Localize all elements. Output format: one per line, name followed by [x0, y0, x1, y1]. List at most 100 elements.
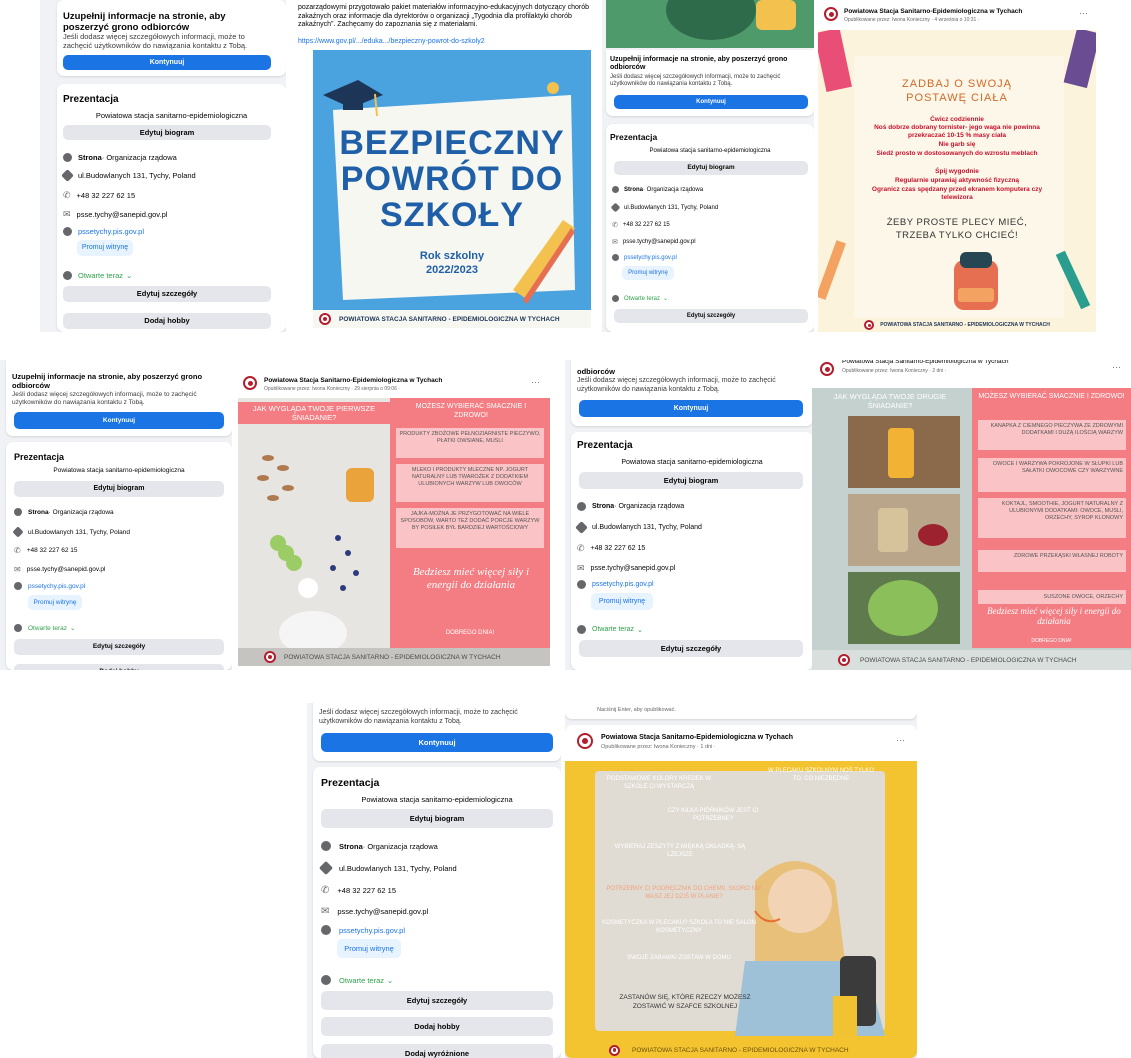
more-options-icon[interactable]: ··· [1112, 362, 1121, 372]
post-card: Powiatowa Stacja Sanitarno-Epidemiologic… [565, 725, 917, 1058]
continue-button[interactable]: Kontynuuj [14, 412, 224, 429]
map-pin-icon [610, 202, 621, 213]
website-row[interactable]: pssetychy.pis.gov.pl [612, 254, 677, 261]
continue-button[interactable]: Kontynuuj [63, 55, 271, 70]
category-rest: · Organizacja rządowa [48, 508, 114, 516]
photo-oats [848, 494, 960, 566]
page-avatar[interactable] [577, 733, 593, 749]
website-link[interactable]: pssetychy.pis.gov.pl [28, 583, 85, 590]
publish-hint-card: Naciśnij Enter, aby opublikować. [565, 703, 917, 719]
add-hobby-button[interactable]: Dodaj hobby [321, 1017, 553, 1036]
hours-row[interactable]: Otwarte teraz ⌄ [577, 625, 643, 634]
edit-bio-button[interactable]: Edytuj biogram [63, 125, 271, 140]
globe-icon [612, 254, 619, 261]
intro-heading: Uzupełnij informacje na stronie, aby pos… [63, 11, 226, 33]
phone-icon: ✆ [63, 190, 71, 200]
intro-heading: Uzupełnij informacje na stronie, aby pos… [12, 372, 203, 390]
add-hobby-button[interactable]: Dodaj hobby [14, 664, 224, 670]
edit-bio-button[interactable]: Edytuj biogram [321, 809, 553, 828]
post-link[interactable]: https://www.gov.pl/.../eduka.../bezpiecz… [298, 38, 485, 45]
add-featured-button[interactable]: Dodaj wyróżnione [321, 1044, 553, 1058]
post-card: Powiatowa Stacja Sanitarno-Epidemiologic… [234, 368, 554, 670]
food-box-3: JAJKA-MOŻNA JE PRZYGOTOWAĆ NA WIELE SPOS… [396, 508, 544, 548]
open-now-text[interactable]: Otwarte teraz [592, 626, 634, 633]
clock-icon [321, 975, 331, 985]
intro-text: Jeśli dodasz więcej szczegółowych inform… [610, 74, 781, 87]
edit-bio-button[interactable]: Edytuj biogram [614, 161, 808, 175]
presentation-heading: Prezentacja [610, 132, 658, 142]
promote-website-button[interactable]: Promuj witrynę [77, 240, 133, 256]
open-now-text[interactable]: Otwarte teraz [78, 271, 123, 280]
more-options-icon[interactable]: ··· [896, 735, 905, 745]
tip-notebooks: WYBIERAJ ZESZYTY Z MIĘKKĄ OKŁADKĄ- SĄ LŻ… [614, 844, 746, 858]
screenshot-1: Uzupełnij informacje na stronie, aby pos… [40, 0, 286, 332]
address-text: ul.Budowlanych 131, Tychy, Poland [592, 524, 702, 531]
phone-text: +48 32 227 62 15 [590, 545, 646, 552]
website-row[interactable]: pssetychy.pis.gov.pl [63, 227, 144, 236]
category-rest: · Organizacja rządowa [362, 841, 438, 851]
category-row: Strona · Organizacja rządowa [14, 508, 114, 516]
category-row: Strona · Organizacja rządowa [577, 502, 684, 511]
hours-row[interactable]: Otwarte teraz ⌄ [612, 295, 668, 302]
info-icon [14, 508, 22, 516]
promote-website-button[interactable]: Promuj witrynę [337, 939, 401, 958]
bio-text: Powiatowa stacja sanitarno-epidemiologic… [53, 467, 185, 474]
screenshot-7: odbiorców Jeśli dodasz więcej szczegółow… [565, 360, 813, 670]
continue-button[interactable]: Kontynuuj [321, 733, 553, 752]
poster-footer-text: POWIATOWA STACJA SANITARNO - EPIDEMIOLOG… [632, 1046, 849, 1054]
poster-bezpieczny-powrot: BEZPIECZNY POWRÓT DO SZKOŁY Rok szkolny … [313, 50, 591, 328]
poster-footer: POWIATOWA STACJA SANITARNO - EPIDEMIOLOG… [812, 650, 1131, 670]
promote-website-button[interactable]: Promuj witrynę [591, 593, 653, 610]
globe-icon [321, 925, 331, 935]
girl-with-backpack [735, 861, 885, 1036]
website-link[interactable]: pssetychy.pis.gov.pl [78, 227, 144, 236]
food-illustration [257, 455, 374, 655]
hours-row[interactable]: Otwarte teraz ⌄ [321, 975, 393, 985]
page-avatar[interactable] [820, 362, 834, 376]
website-row[interactable]: pssetychy.pis.gov.pl [14, 582, 85, 590]
bio-text: Powiatowa stacja sanitarno-epidemiologic… [361, 795, 513, 804]
website-link[interactable]: pssetychy.pis.gov.pl [624, 255, 677, 261]
open-now-text[interactable]: Otwarte teraz [28, 625, 67, 632]
website-row[interactable]: pssetychy.pis.gov.pl [321, 925, 405, 935]
post-card: Powiatowa Stacja Sanitarno-Epidemiologic… [812, 360, 1131, 670]
add-hobby-button[interactable]: Dodaj hobby [63, 313, 271, 329]
promote-website-button[interactable]: Promuj witrynę [622, 266, 674, 280]
edit-bio-button[interactable]: Edytuj biogram [14, 481, 224, 497]
page-name[interactable]: Powiatowa Stacja Sanitarno-Epidemiologic… [842, 360, 1008, 365]
hours-row[interactable]: Otwarte teraz ⌄ [63, 271, 132, 280]
address-row: ul.Budowlanych 131, Tychy, Poland [61, 169, 196, 182]
more-options-icon[interactable]: ··· [531, 377, 540, 387]
more-options-icon[interactable]: ··· [1079, 8, 1088, 18]
post-header: Powiatowa Stacja Sanitarno-Epidemiologic… [818, 0, 1096, 30]
edit-details-button[interactable]: Edytuj szczegóły [321, 991, 553, 1010]
edit-details-button[interactable]: Edytuj szczegóły [63, 286, 271, 302]
edit-details-button[interactable]: Edytuj szczegóły [579, 640, 803, 657]
intro-text: Jeśli dodasz więcej szczegółowych inform… [577, 377, 776, 393]
open-now-text[interactable]: Otwarte teraz [624, 296, 660, 302]
continue-button[interactable]: Kontynuuj [614, 95, 808, 109]
continue-button[interactable]: Kontynuuj [579, 400, 803, 417]
website-link[interactable]: pssetychy.pis.gov.pl [592, 581, 654, 588]
page-name[interactable]: Powiatowa Stacja Sanitarno-Epidemiologic… [844, 8, 1022, 15]
edit-details-button[interactable]: Edytuj szczegóły [614, 309, 808, 323]
page-avatar[interactable] [243, 376, 257, 390]
page-name[interactable]: Powiatowa Stacja Sanitarno-Epidemiologic… [601, 734, 793, 741]
website-row[interactable]: pssetychy.pis.gov.pl [577, 580, 654, 589]
hours-row[interactable]: Otwarte teraz ⌄ [14, 624, 75, 632]
envelope-icon: ✉ [612, 239, 618, 246]
page-avatar[interactable] [824, 7, 838, 21]
promote-website-button[interactable]: Promuj witrynę [28, 595, 82, 610]
food-box-2: OWOCE I WARZYWA POKROJONE W SŁUPKI LUB S… [978, 458, 1126, 492]
screenshot-3: Uzupełnij informacje na stronie, aby pos… [602, 0, 814, 332]
food-box-4: ZDROWE PRZEKĄSKI WŁASNEJ ROBOTY [978, 550, 1126, 572]
poster-tip-7: Ogranicz czas spędzany przed ekranem kom… [871, 186, 1043, 201]
open-now-text[interactable]: Otwarte teraz [339, 976, 384, 985]
edit-bio-button[interactable]: Edytuj biogram [579, 472, 803, 489]
envelope-icon: ✉ [577, 563, 585, 573]
poster-footer: POWIATOWA STACJA SANITARNO - EPIDEMIOLOG… [818, 318, 1096, 332]
edit-details-button[interactable]: Edytuj szczegóły [14, 639, 224, 655]
page-name[interactable]: Powiatowa Stacja Sanitarno-Epidemiologic… [264, 377, 442, 384]
website-link[interactable]: pssetychy.pis.gov.pl [339, 926, 405, 935]
email-row: ✉ psse.tychy@sanepid.gov.pl [63, 209, 167, 220]
